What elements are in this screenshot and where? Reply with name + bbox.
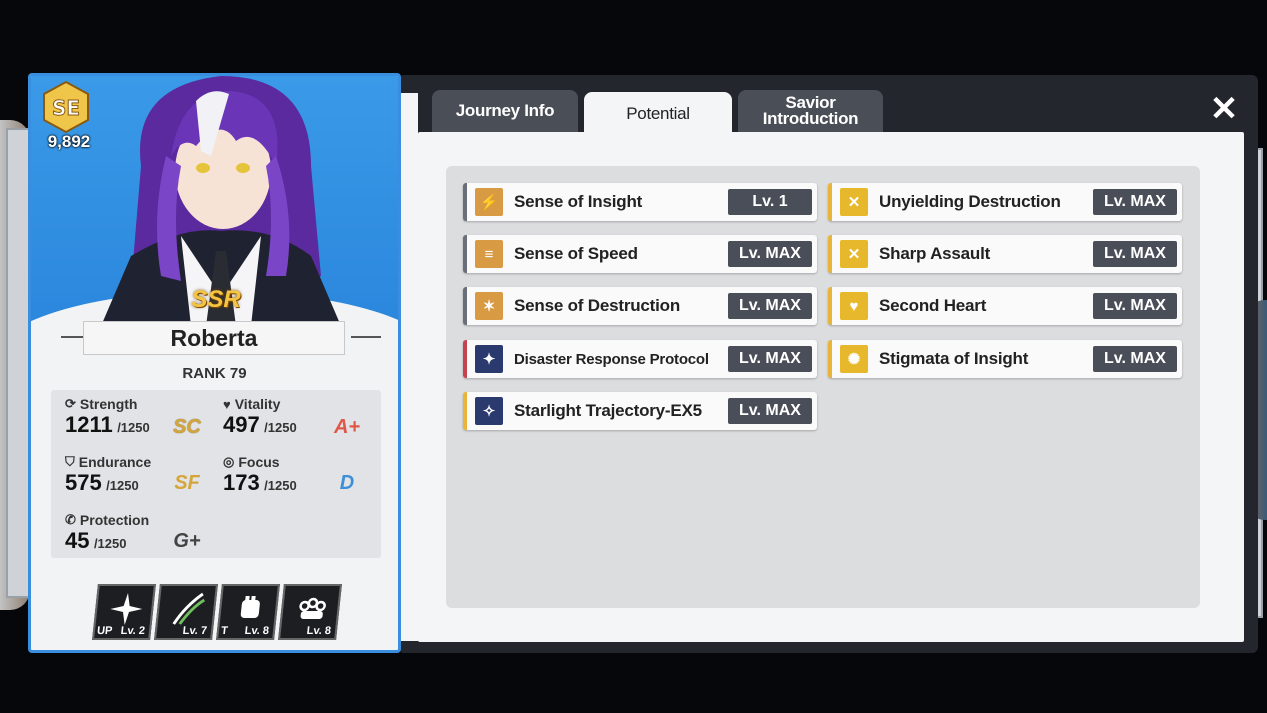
tab-potential[interactable]: Potential xyxy=(584,92,732,136)
potential-item[interactable]: ✧ Starlight Trajectory-EX5 Lv. MAX xyxy=(463,392,817,430)
strength-icon: ⟳ xyxy=(65,396,76,411)
potential-item[interactable]: ✦ Disaster Response Protocol Lv. MAX xyxy=(463,340,817,378)
grade-badge: D xyxy=(339,471,355,494)
skill-tag: UP xyxy=(96,625,113,637)
focus-icon: ◎ xyxy=(223,454,235,469)
skill-slot[interactable]: Lv. 7 xyxy=(154,584,218,640)
se-badge-text: SE xyxy=(52,96,80,120)
potential-name: Sense of Insight xyxy=(514,192,643,211)
star-burst-icon xyxy=(110,593,143,625)
stat-value: 173 xyxy=(223,470,260,495)
character-score: 9,892 xyxy=(47,132,91,151)
potential-level: Lv. MAX xyxy=(728,241,812,267)
panel-edge xyxy=(400,93,418,641)
heart-gear-icon: ♥ xyxy=(840,292,868,320)
potential-list-area xyxy=(446,166,1200,608)
name-decoration-right xyxy=(351,336,381,338)
potential-item[interactable]: ≡ Sense of Speed Lv. MAX xyxy=(463,235,817,273)
close-button[interactable]: ✕ xyxy=(1208,92,1240,126)
skill-level: Lv. 8 xyxy=(244,625,270,637)
stat-value: 45 xyxy=(65,528,90,553)
stat-max: /1250 xyxy=(106,478,139,493)
assault-icon: ✕ xyxy=(840,240,868,268)
se-badge-icon: SE xyxy=(43,80,89,134)
skill-level: Lv. 2 xyxy=(120,625,146,637)
speed-icon: ≡ xyxy=(475,240,503,268)
shield-icon: ⛉ xyxy=(65,454,75,469)
close-icon: ✕ xyxy=(1209,90,1239,128)
potential-level: Lv. MAX xyxy=(1093,189,1177,215)
stat-label: Protection xyxy=(79,512,150,528)
stat-label: Strength xyxy=(79,396,138,412)
potential-name: Stigmata of Insight xyxy=(879,349,1029,368)
character-name: Roberta xyxy=(83,321,345,355)
disaster-protocol-icon: ✦ xyxy=(475,345,503,373)
potential-level: Lv. MAX xyxy=(728,398,812,424)
stat-value: 575 xyxy=(65,470,102,495)
potential-name: Unyielding Destruction xyxy=(879,192,1061,211)
potential-item[interactable]: ♥ Second Heart Lv. MAX xyxy=(828,287,1182,325)
potential-level: Lv. MAX xyxy=(1093,293,1177,319)
destruction-icon: ✶ xyxy=(475,292,503,320)
stat-label: Focus xyxy=(238,454,280,470)
potential-item[interactable]: ✶ Sense of Destruction Lv. MAX xyxy=(463,287,817,325)
stat-max: /1250 xyxy=(93,536,127,551)
stat-value: 497 xyxy=(223,412,260,437)
potential-level: Lv. MAX xyxy=(728,346,812,372)
grade-badge: G+ xyxy=(173,529,201,552)
stigmata-icon: ✺ xyxy=(840,345,868,373)
skill-slot[interactable]: UP Lv. 2 xyxy=(92,584,156,640)
potential-item[interactable]: ⚡ Sense of Insight Lv. 1 xyxy=(463,183,817,221)
fist-icon xyxy=(240,596,260,618)
blade-slash-icon xyxy=(172,592,205,625)
rarity-label: SSR xyxy=(191,286,241,313)
stat-max: /1250 xyxy=(264,420,297,435)
stat-label: Vitality xyxy=(234,396,281,412)
potential-item[interactable]: ✕ Unyielding Destruction Lv. MAX xyxy=(828,183,1182,221)
potential-item[interactable]: ✕ Sharp Assault Lv. MAX xyxy=(828,235,1182,273)
crossed-swords-icon: ✕ xyxy=(840,188,868,216)
grade-badge: A+ xyxy=(333,415,361,438)
tab-savior-introduction[interactable]: Savior Introduction xyxy=(738,90,883,132)
character-card: SE 9,892 SSR Roberta RANK 79 ⟳ Strength 1… xyxy=(28,73,401,653)
character-rank: RANK 79 xyxy=(182,365,247,382)
starlight-icon: ✧ xyxy=(475,397,503,425)
skill-slot[interactable]: Lv. 8 xyxy=(278,584,342,640)
potential-name: Sharp Assault xyxy=(879,244,991,263)
protection-icon: ✆ xyxy=(65,512,76,527)
potential-name: Disaster Response Protocol xyxy=(514,350,709,368)
insight-icon: ⚡ xyxy=(475,188,503,216)
skill-tag: T xyxy=(220,625,229,637)
grade-badge: SF xyxy=(174,471,200,494)
potential-name: Second Heart xyxy=(879,296,987,315)
stats-panel: ⟳ Strength 1211 /1250 SC ♥ Vitality 497 /1… xyxy=(51,390,381,558)
potential-level: Lv. MAX xyxy=(728,293,812,319)
knuckle-icon xyxy=(299,597,326,619)
potential-level: Lv. MAX xyxy=(1093,346,1177,372)
potential-name: Sense of Speed xyxy=(514,244,638,263)
stat-max: /1250 xyxy=(264,478,297,493)
stat-max: /1250 xyxy=(117,420,150,435)
tab-savior-line2: Introduction xyxy=(762,109,859,128)
tab-journey-info[interactable]: Journey Info xyxy=(432,90,578,132)
potential-name: Sense of Destruction xyxy=(514,296,681,315)
stat-value: 1211 xyxy=(65,412,113,437)
potential-level: Lv. MAX xyxy=(1093,241,1177,267)
heart-icon: ♥ xyxy=(223,396,231,412)
skill-level: Lv. 8 xyxy=(306,625,332,637)
skill-level: Lv. 7 xyxy=(182,625,208,637)
grade-badge: SC xyxy=(173,415,201,438)
skill-slot[interactable]: T Lv. 8 xyxy=(216,584,280,640)
potential-level: Lv. 1 xyxy=(728,189,812,215)
potential-name: Starlight Trajectory-EX5 xyxy=(514,401,702,420)
stat-label: Endurance xyxy=(78,454,152,470)
potential-item[interactable]: ✺ Stigmata of Insight Lv. MAX xyxy=(828,340,1182,378)
